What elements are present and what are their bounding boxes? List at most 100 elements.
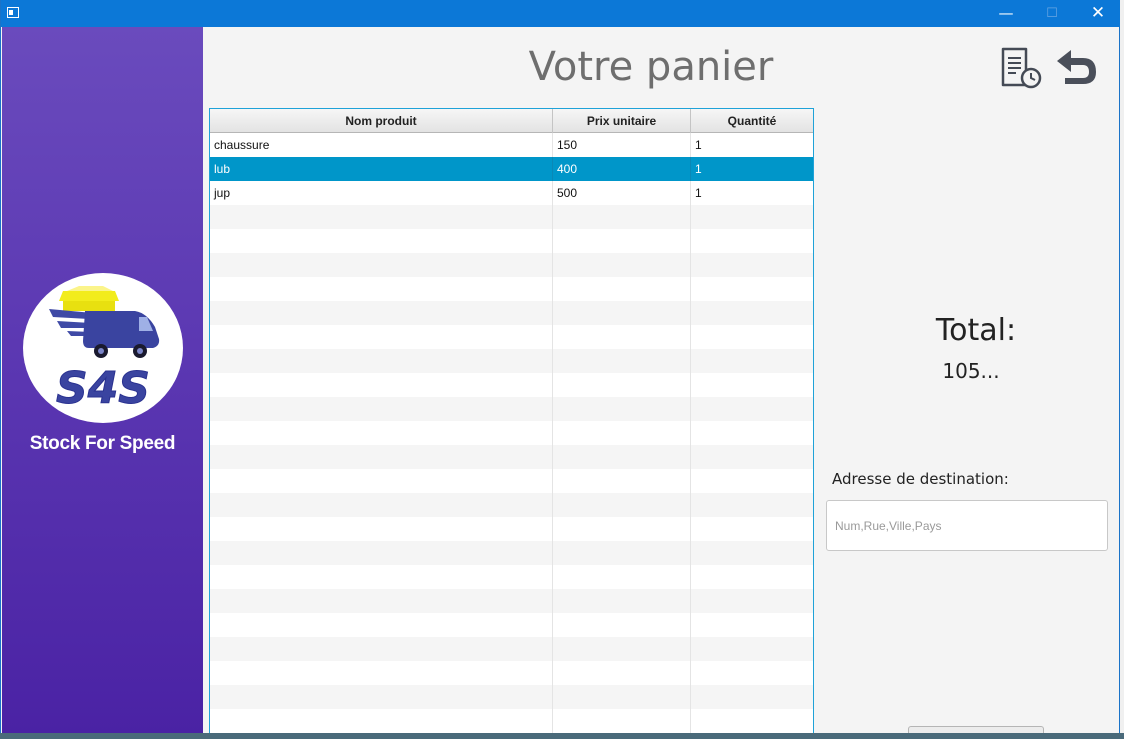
table-row[interactable]: [210, 661, 813, 685]
table-row[interactable]: [210, 493, 813, 517]
cell-quantite: [691, 469, 813, 493]
cell-prix-unitaire: [553, 661, 691, 685]
column-header-prix-unitaire[interactable]: Prix unitaire: [553, 109, 691, 133]
cell-nom-produit: [210, 709, 553, 733]
table-row[interactable]: jup 500 1: [210, 181, 813, 205]
table-row[interactable]: [210, 373, 813, 397]
cell-prix-unitaire: [553, 301, 691, 325]
cell-quantite: [691, 493, 813, 517]
table-row[interactable]: lub 400 1: [210, 157, 813, 181]
cell-prix-unitaire: [553, 229, 691, 253]
table-row[interactable]: [210, 517, 813, 541]
cell-prix-unitaire: [553, 349, 691, 373]
table-row[interactable]: [210, 205, 813, 229]
table-row[interactable]: [210, 277, 813, 301]
table-row[interactable]: [210, 589, 813, 613]
cell-prix-unitaire: [553, 205, 691, 229]
table-row[interactable]: chaussure 150 1: [210, 133, 813, 157]
delivery-truck-logo-icon: S4S: [49, 286, 160, 415]
brand-name: Stock For Speed: [29, 433, 176, 454]
cell-prix-unitaire: [553, 541, 691, 565]
cell-quantite: 1: [695, 186, 702, 200]
table-header: Nom produit Prix unitaire Quantité: [210, 109, 813, 133]
table-row[interactable]: [210, 541, 813, 565]
cell-quantite: [691, 565, 813, 589]
title-bar[interactable]: — ☐ ✕: [1, 0, 1121, 27]
cell-prix-unitaire: [553, 517, 691, 541]
table-row[interactable]: [210, 349, 813, 373]
cell-nom-produit: [210, 325, 553, 349]
cell-prix-unitaire: 150: [553, 133, 691, 157]
cell-prix-unitaire: [553, 445, 691, 469]
cell-quantite: [691, 229, 813, 253]
cell-quantite: [691, 637, 813, 661]
logo: S4S: [23, 273, 183, 423]
table-row[interactable]: [210, 565, 813, 589]
cell-nom-produit: [210, 469, 553, 493]
cell-quantite: [691, 589, 813, 613]
history-document-icon[interactable]: [1000, 47, 1042, 89]
cell-nom-produit: [210, 493, 553, 517]
cell-prix-unitaire: [553, 277, 691, 301]
table-row[interactable]: [210, 253, 813, 277]
table-row[interactable]: [210, 325, 813, 349]
table-row[interactable]: [210, 301, 813, 325]
page-title: Votre panier: [528, 44, 774, 90]
cell-nom-produit: [210, 517, 553, 541]
table-row[interactable]: [210, 469, 813, 493]
cell-nom-produit: [210, 205, 553, 229]
cart-table[interactable]: Nom produit Prix unitaire Quantité chaus…: [209, 108, 814, 739]
cell-quantite: [691, 421, 813, 445]
table-row[interactable]: [210, 613, 813, 637]
app-icon: [7, 7, 19, 18]
address-input[interactable]: [826, 500, 1108, 551]
close-button[interactable]: ✕: [1075, 0, 1121, 27]
cell-quantite: [691, 709, 813, 733]
cell-nom-produit: [210, 277, 553, 301]
cell-nom-produit: [210, 301, 553, 325]
cell-nom-produit: jup: [210, 181, 553, 205]
column-header-quantite[interactable]: Quantité: [691, 109, 813, 133]
cell-nom-produit: [210, 349, 553, 373]
cell-nom-produit: [210, 397, 553, 421]
cell-prix-unitaire: [553, 685, 691, 709]
table-row[interactable]: [210, 445, 813, 469]
cell-quantite: [691, 397, 813, 421]
cell-nom-produit: [210, 637, 553, 661]
table-row[interactable]: [210, 421, 813, 445]
table-row[interactable]: [210, 397, 813, 421]
column-header-nom-produit[interactable]: Nom produit: [210, 109, 553, 133]
cell-prix-unitaire: [553, 469, 691, 493]
table-row[interactable]: [210, 709, 813, 733]
cell-nom-produit: [210, 589, 553, 613]
table-row[interactable]: [210, 229, 813, 253]
table-row[interactable]: [210, 685, 813, 709]
taskbar: [0, 733, 1124, 739]
cell-nom-produit: [210, 373, 553, 397]
cell-quantite: [691, 373, 813, 397]
cell-quantite: [691, 685, 813, 709]
maximize-button[interactable]: ☐: [1029, 0, 1075, 27]
cell-prix-unitaire: [553, 709, 691, 733]
cell-nom-produit: lub: [210, 157, 553, 181]
cell-prix-unitaire: [553, 613, 691, 637]
cell-quantite: [691, 301, 813, 325]
cell-prix-unitaire: 500: [553, 181, 691, 205]
address-label: Adresse de destination:: [832, 470, 1009, 488]
background-window-edge: [1120, 0, 1124, 733]
total-value: 105...: [942, 359, 1000, 383]
sidebar: S4S Stock For Speed: [2, 27, 203, 739]
cell-quantite: [691, 253, 813, 277]
cell-quantite: [691, 277, 813, 301]
table-row[interactable]: [210, 637, 813, 661]
app-window: — ☐ ✕ S4S Stock For Speed Votre panier N…: [0, 0, 1121, 739]
cell-prix-unitaire: [553, 397, 691, 421]
cell-nom-produit: chaussure: [210, 133, 553, 157]
cell-prix-unitaire: [553, 421, 691, 445]
cell-quantite: [691, 517, 813, 541]
cell-nom-produit: [210, 253, 553, 277]
cell-nom-produit: [210, 661, 553, 685]
back-arrow-icon[interactable]: [1055, 48, 1099, 86]
cell-quantite: [691, 445, 813, 469]
minimize-button[interactable]: —: [983, 0, 1029, 27]
